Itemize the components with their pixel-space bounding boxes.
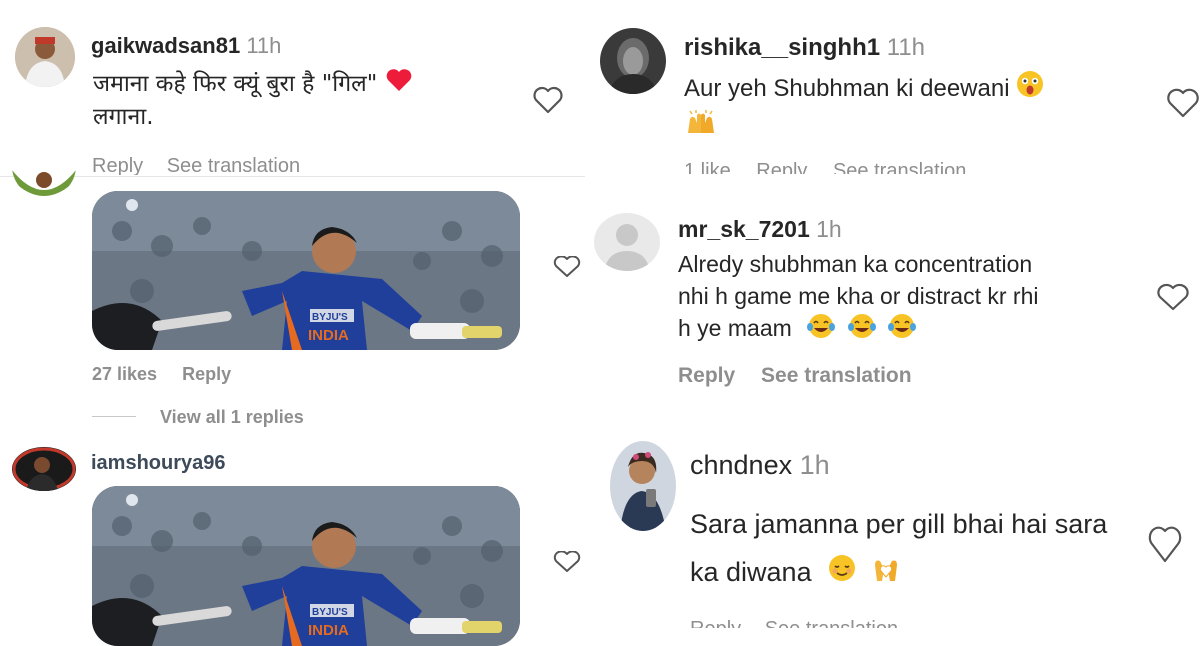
comment-header: iamshourya96 xyxy=(91,452,226,475)
like-heart-icon[interactable] xyxy=(1148,524,1182,564)
replies-divider xyxy=(92,416,136,417)
comment-text-line: h ye maam xyxy=(678,315,792,341)
view-replies-link[interactable]: View all 1 replies xyxy=(160,407,304,428)
divider xyxy=(0,176,585,177)
timestamp: 11h xyxy=(246,33,282,58)
comment-header: rishika__singhh1 11h xyxy=(684,34,925,62)
see-translation-link[interactable]: See translation xyxy=(833,160,966,174)
comment-text-line: Aur yeh Shubhman ki deewani xyxy=(684,74,1010,102)
like-heart-icon[interactable] xyxy=(1156,283,1190,311)
comment-text: Aur yeh Shubhman ki deewani xyxy=(684,70,1044,146)
username[interactable]: mr_sk_7201 xyxy=(678,216,810,242)
heart-hands-emoji-icon xyxy=(871,550,901,598)
avatar[interactable] xyxy=(12,150,76,198)
astonished-face-emoji-icon xyxy=(1016,70,1044,109)
comment-text: जमाना कहे फिर क्यूं बुरा है "गिल" लगाना. xyxy=(93,68,413,133)
avatar[interactable] xyxy=(12,447,76,491)
timestamp: 11h xyxy=(886,34,926,61)
like-heart-icon[interactable] xyxy=(552,551,582,573)
username[interactable]: rishika__singhh1 xyxy=(684,34,880,61)
comment-text: Alredy shubhman ka concentration nhi h g… xyxy=(678,248,1038,347)
raising-hands-emoji-icon xyxy=(684,109,718,146)
comment-text: Sara jamanna per gill bhai hai sara ka d… xyxy=(690,500,1107,598)
reply-button[interactable]: Reply xyxy=(678,364,735,387)
comment-actions: 27 likes Reply xyxy=(92,364,231,385)
comment-actions: Reply See translation xyxy=(690,618,950,628)
reply-button[interactable]: Reply xyxy=(756,160,807,174)
comment-header: chndnex 1h xyxy=(690,450,830,481)
timestamp: 1h xyxy=(799,450,830,480)
laughing-tears-emoji-icon xyxy=(887,313,917,347)
laughing-tears-emoji-icon xyxy=(806,313,836,347)
like-heart-icon[interactable] xyxy=(532,86,564,114)
timestamp: 1h xyxy=(816,216,842,242)
reply-button[interactable]: Reply xyxy=(690,618,741,628)
see-translation-link[interactable]: See translation xyxy=(761,364,912,387)
comment-header: mr_sk_7201 1h xyxy=(678,216,842,243)
like-heart-icon[interactable] xyxy=(552,256,582,278)
comment-actions: Reply See translation xyxy=(92,155,392,175)
comment-text-line: Sara jamanna per gill bhai hai sara xyxy=(690,509,1108,539)
comment-header: gaikwadsan81 11h xyxy=(91,33,281,59)
comment-text-line: Alredy shubhman ka concentration xyxy=(678,251,1033,277)
likes-count[interactable]: 27 likes xyxy=(92,364,157,384)
relieved-face-emoji-icon xyxy=(827,550,857,598)
red-heart-icon xyxy=(385,68,413,101)
see-translation-link[interactable]: See translation xyxy=(765,618,898,628)
view-replies-text: View all 1 replies xyxy=(160,407,304,427)
likes-count[interactable]: 1 like xyxy=(684,160,731,174)
comment-photo[interactable]: BYJU'S INDIA xyxy=(92,486,520,646)
username[interactable]: gaikwadsan81 xyxy=(91,33,240,58)
avatar[interactable] xyxy=(610,441,676,531)
username[interactable]: iamshourya96 xyxy=(91,452,226,474)
jersey-text: INDIA xyxy=(308,327,349,344)
avatar[interactable] xyxy=(600,28,666,94)
username[interactable]: chndnex xyxy=(690,450,792,480)
laughing-tears-emoji-icon xyxy=(847,313,877,347)
comment-actions: Reply See translation xyxy=(678,364,912,388)
jersey-text: BYJU'S xyxy=(312,607,348,618)
comment-photo[interactable]: BYJU'S INDIA xyxy=(92,191,520,350)
comment-text-line: जमाना कहे फिर क्यूं बुरा है "गिल" xyxy=(93,71,378,97)
avatar[interactable] xyxy=(594,213,660,271)
reply-button[interactable]: Reply xyxy=(182,364,231,384)
comment-actions: 1 like Reply See translation xyxy=(684,160,1064,174)
comment-text-line: ka diwana xyxy=(690,557,812,587)
jersey-text: INDIA xyxy=(308,622,349,639)
jersey-text: BYJU'S xyxy=(312,312,348,323)
comment-text-line: nhi h game me kha or distract kr rhi xyxy=(678,283,1039,309)
reply-button[interactable]: Reply xyxy=(92,155,143,175)
like-heart-icon[interactable] xyxy=(1166,88,1200,118)
avatar[interactable] xyxy=(15,27,75,87)
comment-text-line: लगाना. xyxy=(93,104,154,130)
see-translation-link[interactable]: See translation xyxy=(167,155,300,175)
